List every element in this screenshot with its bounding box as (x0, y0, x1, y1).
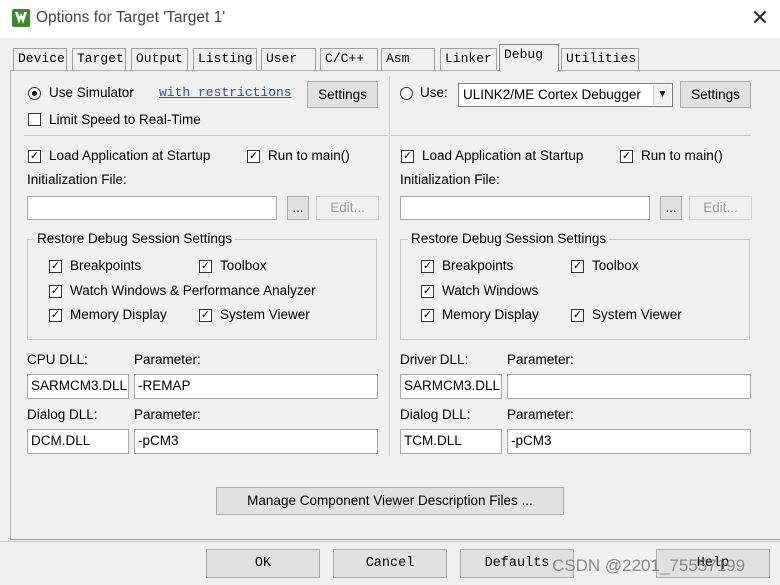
right-system-viewer-checkbox[interactable]: ✓ (571, 309, 584, 322)
left-load-app-label: Load Application at Startup (49, 148, 211, 163)
right-toolbox-checkbox[interactable]: ✓ (571, 260, 584, 273)
driver-param-label: Parameter: (507, 352, 574, 367)
left-system-viewer-label: System Viewer (220, 307, 310, 322)
left-load-app-checkbox[interactable]: ✓ (28, 150, 41, 163)
limit-speed-checkbox[interactable] (28, 113, 41, 126)
debugger-settings-button[interactable]: Settings (680, 81, 751, 108)
watermark-text: CSDN @2201_75557199 (552, 556, 746, 575)
left-dialog-param-input[interactable]: -pCM3 (134, 429, 378, 454)
right-top-divider (391, 135, 751, 136)
use-simulator-label: Use Simulator (49, 85, 134, 100)
use-simulator-radio[interactable] (28, 87, 41, 100)
column-divider (389, 76, 390, 456)
tab-debug[interactable]: Debug (499, 44, 559, 71)
right-breakpoints-checkbox[interactable]: ✓ (421, 260, 434, 273)
left-run-to-main-label: Run to main() (268, 148, 350, 163)
left-init-file-label: Initialization File: (27, 172, 127, 187)
tab-utilities[interactable]: Utilities (561, 48, 639, 70)
left-system-viewer-checkbox[interactable]: ✓ (199, 309, 212, 322)
left-edit-button: Edit... (316, 196, 379, 220)
debugger-select[interactable]: ULINK2/ME Cortex Debugger ▼ (458, 83, 673, 107)
right-load-app-checkbox[interactable]: ✓ (401, 150, 414, 163)
tab-output[interactable]: Output (131, 48, 188, 70)
cpu-param-label: Parameter: (134, 352, 201, 367)
right-load-app-label: Load Application at Startup (422, 148, 584, 163)
right-memory-label: Memory Display (442, 307, 539, 322)
left-dialog-param-label: Parameter: (134, 407, 201, 422)
left-dialog-dll-label: Dialog DLL: (27, 407, 98, 422)
left-breakpoints-label: Breakpoints (70, 258, 142, 273)
with-restrictions-link[interactable]: with restrictions (159, 85, 292, 100)
tab-asm[interactable]: Asm (381, 48, 435, 70)
left-toolbox-checkbox[interactable]: ✓ (199, 260, 212, 273)
use-debugger-label: Use: (420, 85, 448, 100)
cancel-button[interactable]: Cancel (333, 549, 447, 578)
left-toolbox-label: Toolbox (220, 258, 267, 273)
manage-component-viewer-button[interactable]: Manage Component Viewer Description File… (216, 487, 564, 515)
close-icon[interactable]: ✕ (748, 5, 772, 31)
footer-divider (0, 541, 780, 542)
right-toolbox-label: Toolbox (592, 258, 639, 273)
chevron-down-icon[interactable]: ▼ (653, 85, 671, 105)
limit-speed-label: Limit Speed to Real-Time (49, 112, 201, 127)
left-memory-label: Memory Display (70, 307, 167, 322)
driver-dll-label: Driver DLL: (400, 352, 469, 367)
window-title: Options for Target 'Target 1' (36, 9, 226, 26)
tab-user[interactable]: User (261, 48, 316, 70)
right-dialog-param-input[interactable]: -pCM3 (507, 429, 751, 454)
left-init-file-input[interactable] (27, 196, 277, 220)
cpu-param-input[interactable]: -REMAP (134, 374, 378, 399)
simulator-settings-button[interactable]: Settings (307, 81, 378, 108)
tab-c-cpp[interactable]: C/C++ (320, 48, 378, 70)
debugger-select-value: ULINK2/ME Cortex Debugger (463, 87, 641, 102)
use-debugger-radio[interactable] (400, 87, 413, 100)
right-breakpoints-label: Breakpoints (442, 258, 514, 273)
left-dialog-dll-input[interactable]: DCM.DLL (27, 429, 129, 454)
left-memory-checkbox[interactable]: ✓ (49, 309, 62, 322)
right-run-to-main-checkbox[interactable]: ✓ (620, 150, 633, 163)
right-browse-button[interactable]: ... (660, 196, 682, 220)
right-init-file-input[interactable] (400, 196, 650, 220)
tab-listing[interactable]: Listing (193, 48, 257, 70)
left-watch-label: Watch Windows & Performance Analyzer (70, 283, 316, 298)
right-memory-checkbox[interactable]: ✓ (421, 309, 434, 322)
right-restore-group-title: Restore Debug Session Settings (408, 231, 610, 246)
right-dialog-dll-label: Dialog DLL: (400, 407, 471, 422)
right-dialog-param-label: Parameter: (507, 407, 574, 422)
tab-linker[interactable]: Linker (440, 48, 497, 70)
left-watch-checkbox[interactable]: ✓ (49, 285, 62, 298)
left-breakpoints-checkbox[interactable]: ✓ (49, 260, 62, 273)
ok-button[interactable]: OK (206, 549, 320, 578)
tab-device[interactable]: Device (13, 48, 67, 70)
tab-target[interactable]: Target (72, 48, 126, 70)
driver-param-input[interactable] (507, 374, 751, 399)
cpu-dll-input[interactable]: SARMCM3.DLL (27, 374, 129, 399)
left-restore-group-title: Restore Debug Session Settings (34, 231, 236, 246)
keil-app-icon (12, 9, 30, 27)
left-run-to-main-checkbox[interactable]: ✓ (247, 150, 260, 163)
right-init-file-label: Initialization File: (400, 172, 500, 187)
left-top-divider (24, 135, 388, 136)
right-dialog-dll-input[interactable]: TCM.DLL (400, 429, 502, 454)
right-edit-button: Edit... (689, 196, 752, 220)
cpu-dll-label: CPU DLL: (27, 352, 88, 367)
right-watch-checkbox[interactable]: ✓ (421, 285, 434, 298)
left-browse-button[interactable]: ... (287, 196, 309, 220)
right-watch-label: Watch Windows (442, 283, 539, 298)
right-system-viewer-label: System Viewer (592, 307, 682, 322)
right-run-to-main-label: Run to main() (641, 148, 723, 163)
driver-dll-input[interactable]: SARMCM3.DLL (400, 374, 502, 399)
